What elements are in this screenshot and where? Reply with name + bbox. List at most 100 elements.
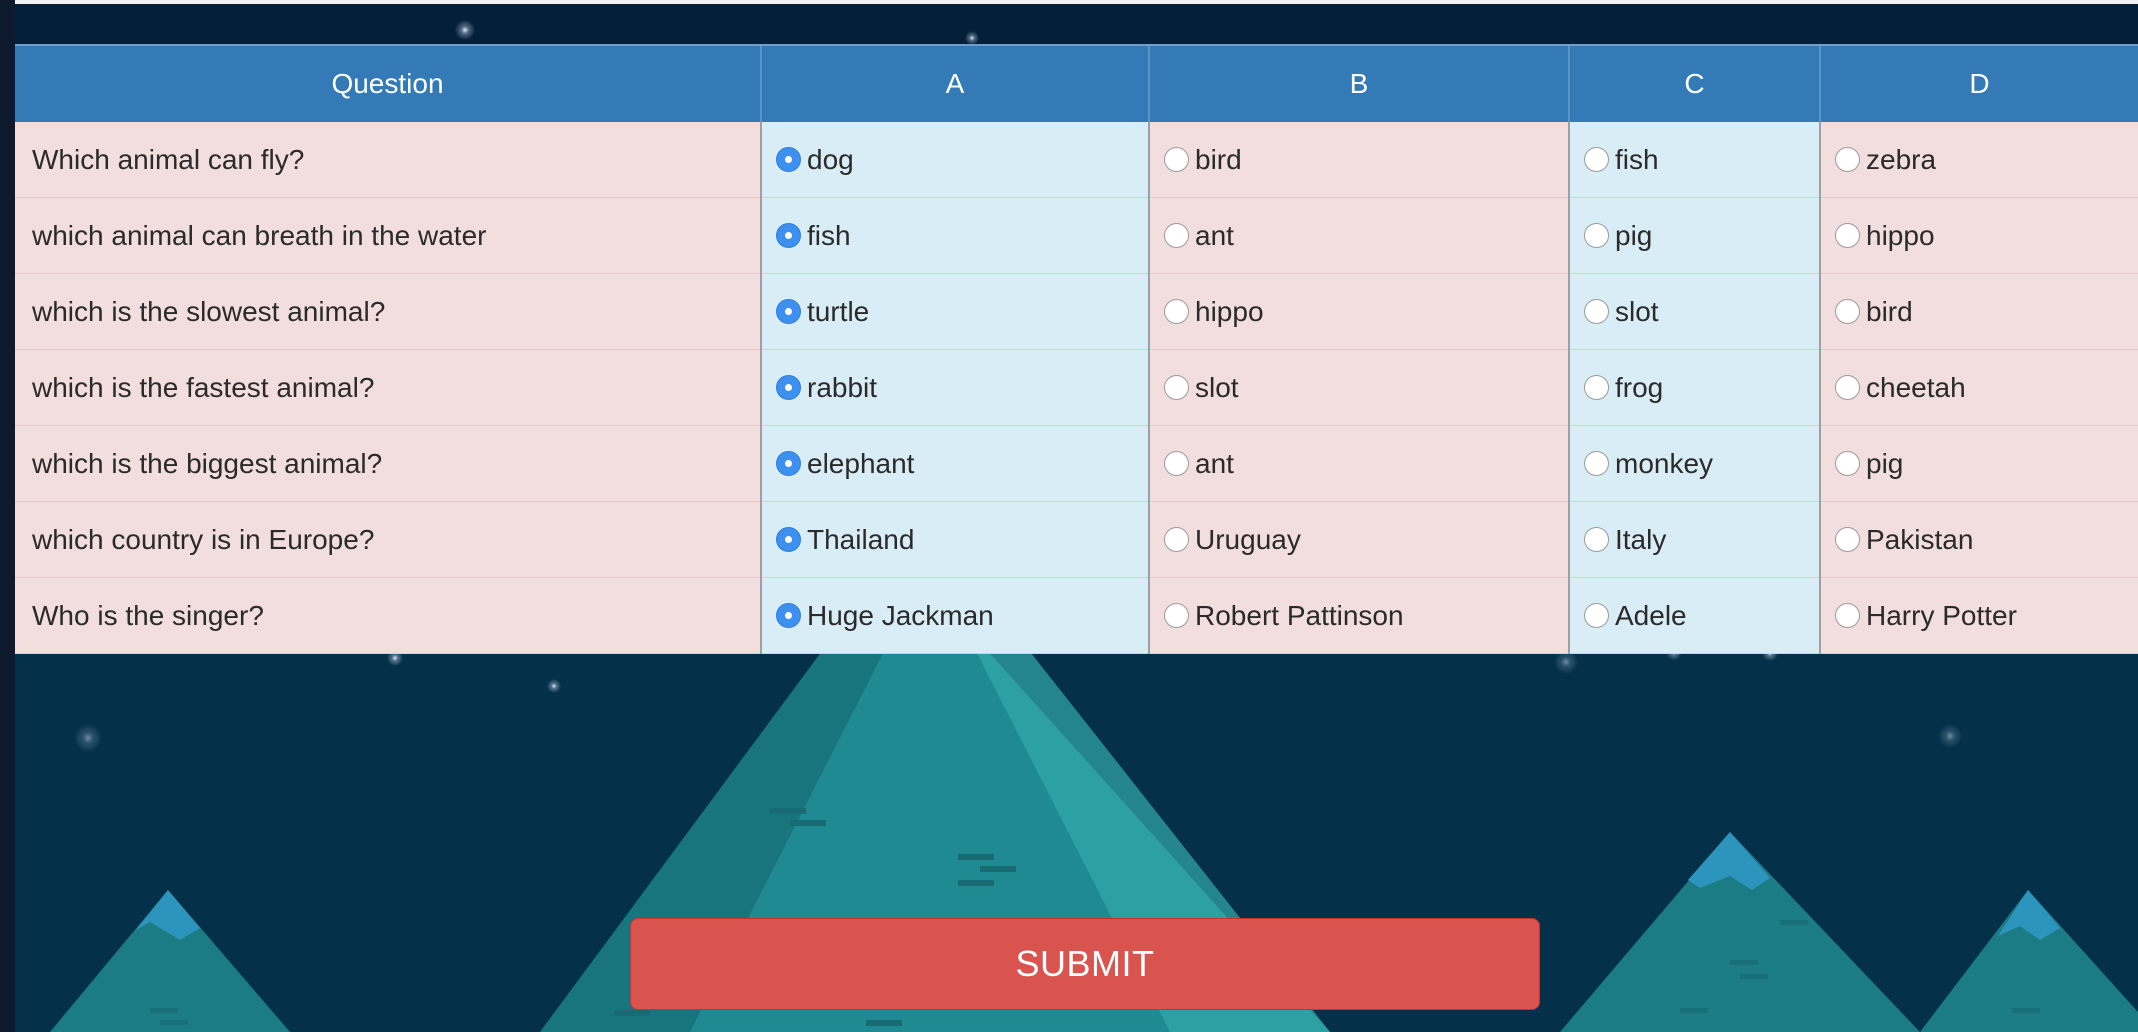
option-c-label[interactable]: Adele: [1615, 600, 1687, 632]
option-c-label[interactable]: monkey: [1615, 448, 1713, 480]
radio-option-c[interactable]: [1584, 451, 1609, 476]
option-d-cell[interactable]: bird: [1819, 273, 2138, 350]
option-a-cell[interactable]: turtle: [760, 273, 1149, 350]
question-text: which is the biggest animal?: [15, 425, 761, 502]
radio-option-b[interactable]: [1164, 603, 1189, 628]
option-a-cell[interactable]: rabbit: [760, 349, 1149, 426]
column-header-a: A: [760, 44, 1149, 122]
option-c-cell[interactable]: slot: [1568, 273, 1820, 350]
option-d-cell[interactable]: hippo: [1819, 197, 2138, 274]
radio-option-b[interactable]: [1164, 147, 1189, 172]
option-d-label[interactable]: hippo: [1866, 220, 1935, 252]
option-a-cell[interactable]: Thailand: [760, 501, 1149, 578]
option-d-label[interactable]: bird: [1866, 296, 1913, 328]
radio-option-d[interactable]: [1835, 299, 1860, 324]
radio-option-a[interactable]: [776, 527, 801, 552]
option-b-label[interactable]: slot: [1195, 372, 1239, 404]
option-a-label[interactable]: Thailand: [807, 524, 914, 556]
radio-option-d[interactable]: [1835, 375, 1860, 400]
radio-option-a[interactable]: [776, 451, 801, 476]
star: [547, 679, 561, 693]
option-b-cell[interactable]: Robert Pattinson: [1148, 577, 1569, 654]
radio-option-a[interactable]: [776, 603, 801, 628]
option-b-label[interactable]: Uruguay: [1195, 524, 1301, 556]
option-b-cell[interactable]: Uruguay: [1148, 501, 1569, 578]
submit-button[interactable]: SUBMIT: [630, 918, 1540, 1010]
option-a-cell[interactable]: elephant: [760, 425, 1149, 502]
option-d-cell[interactable]: pig: [1819, 425, 2138, 502]
radio-option-a[interactable]: [776, 375, 801, 400]
option-c-cell[interactable]: monkey: [1568, 425, 1820, 502]
option-a-label[interactable]: rabbit: [807, 372, 877, 404]
option-a-label[interactable]: Huge Jackman: [807, 600, 994, 632]
column-header-question: Question: [15, 44, 761, 122]
quiz-table: Question A B C D Which animal can fly? d…: [15, 44, 2138, 654]
option-d-label[interactable]: Pakistan: [1866, 524, 1973, 556]
table-row: Who is the singer? Huge Jackman Robert P…: [15, 577, 2138, 654]
table-row: Which animal can fly? dog bird fish zebr…: [15, 122, 2138, 198]
option-d-label[interactable]: zebra: [1866, 144, 1936, 176]
option-b-cell[interactable]: ant: [1148, 425, 1569, 502]
column-header-d: D: [1819, 44, 2138, 122]
option-a-cell[interactable]: Huge Jackman: [760, 577, 1149, 654]
option-b-label[interactable]: Robert Pattinson: [1195, 600, 1404, 632]
radio-option-c[interactable]: [1584, 299, 1609, 324]
option-b-cell[interactable]: slot: [1148, 349, 1569, 426]
radio-option-a[interactable]: [776, 223, 801, 248]
radio-option-b[interactable]: [1164, 223, 1189, 248]
option-a-label[interactable]: dog: [807, 144, 854, 176]
option-d-cell[interactable]: zebra: [1819, 122, 2138, 198]
option-d-label[interactable]: cheetah: [1866, 372, 1966, 404]
option-c-cell[interactable]: pig: [1568, 197, 1820, 274]
option-c-cell[interactable]: Italy: [1568, 501, 1820, 578]
radio-option-c[interactable]: [1584, 375, 1609, 400]
option-c-cell[interactable]: fish: [1568, 122, 1820, 198]
radio-option-d[interactable]: [1835, 223, 1860, 248]
option-a-label[interactable]: fish: [807, 220, 851, 252]
option-b-label[interactable]: bird: [1195, 144, 1242, 176]
option-a-cell[interactable]: fish: [760, 197, 1149, 274]
radio-option-b[interactable]: [1164, 299, 1189, 324]
radio-option-a[interactable]: [776, 299, 801, 324]
question-text: which is the fastest animal?: [15, 349, 761, 426]
radio-option-b[interactable]: [1164, 451, 1189, 476]
radio-option-b[interactable]: [1164, 375, 1189, 400]
option-d-cell[interactable]: Pakistan: [1819, 501, 2138, 578]
radio-option-c[interactable]: [1584, 527, 1609, 552]
radio-option-c[interactable]: [1584, 603, 1609, 628]
radio-option-d[interactable]: [1835, 451, 1860, 476]
option-c-cell[interactable]: frog: [1568, 349, 1820, 426]
option-b-label[interactable]: hippo: [1195, 296, 1264, 328]
star: [1938, 724, 1962, 748]
question-text: which country is in Europe?: [15, 501, 761, 578]
column-header-c: C: [1568, 44, 1820, 122]
radio-option-b[interactable]: [1164, 527, 1189, 552]
question-text: which is the slowest animal?: [15, 273, 761, 350]
option-c-label[interactable]: frog: [1615, 372, 1663, 404]
option-b-label[interactable]: ant: [1195, 220, 1234, 252]
radio-option-d[interactable]: [1835, 147, 1860, 172]
question-text: which animal can breath in the water: [15, 197, 761, 274]
option-c-label[interactable]: Italy: [1615, 524, 1666, 556]
option-d-cell[interactable]: Harry Potter: [1819, 577, 2138, 654]
option-b-cell[interactable]: hippo: [1148, 273, 1569, 350]
option-c-label[interactable]: slot: [1615, 296, 1659, 328]
option-d-label[interactable]: Harry Potter: [1866, 600, 2017, 632]
radio-option-a[interactable]: [776, 147, 801, 172]
option-a-label[interactable]: turtle: [807, 296, 869, 328]
star: [965, 31, 979, 45]
option-b-cell[interactable]: bird: [1148, 122, 1569, 198]
option-b-cell[interactable]: ant: [1148, 197, 1569, 274]
radio-option-c[interactable]: [1584, 147, 1609, 172]
option-d-label[interactable]: pig: [1866, 448, 1903, 480]
radio-option-c[interactable]: [1584, 223, 1609, 248]
option-b-label[interactable]: ant: [1195, 448, 1234, 480]
option-a-cell[interactable]: dog: [760, 122, 1149, 198]
option-c-label[interactable]: pig: [1615, 220, 1652, 252]
option-c-label[interactable]: fish: [1615, 144, 1659, 176]
radio-option-d[interactable]: [1835, 527, 1860, 552]
radio-option-d[interactable]: [1835, 603, 1860, 628]
option-d-cell[interactable]: cheetah: [1819, 349, 2138, 426]
option-c-cell[interactable]: Adele: [1568, 577, 1820, 654]
option-a-label[interactable]: elephant: [807, 448, 914, 480]
